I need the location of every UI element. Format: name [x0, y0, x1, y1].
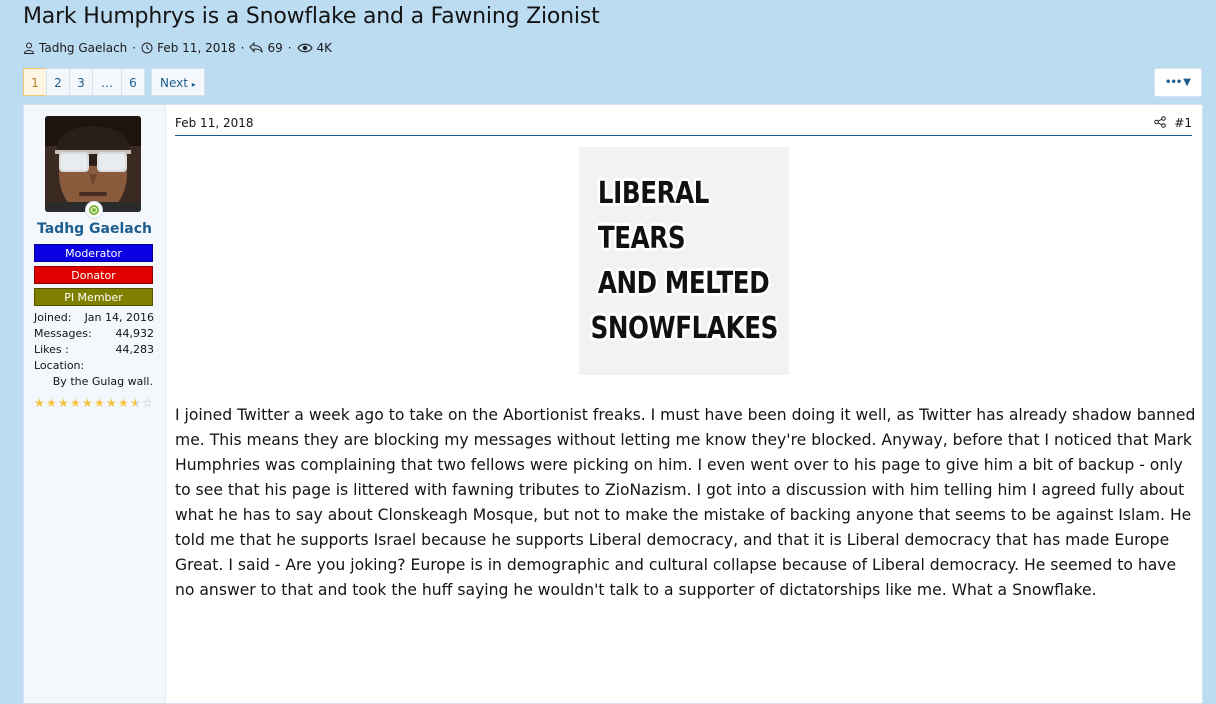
- thread-title: Mark Humphrys is a Snowflake and a Fawni…: [23, 4, 600, 29]
- star-icon: ☆: [142, 396, 153, 410]
- star-icon: ★: [82, 396, 93, 410]
- stat-location-label: Location:: [34, 359, 85, 372]
- thread-tools-menu-button[interactable]: ••• ▼: [1154, 68, 1202, 97]
- post-user-sidebar: Tadhg Gaelach Moderator Donator PI Membe…: [24, 105, 166, 703]
- page-link-2[interactable]: 2: [46, 68, 70, 96]
- post-number[interactable]: #1: [1174, 116, 1192, 130]
- star-icon: ★: [46, 396, 57, 410]
- stat-likes-value: 44,283: [115, 343, 155, 356]
- post-body: I joined Twitter a week ago to take on t…: [175, 406, 1196, 599]
- banner-donator: Donator: [34, 266, 153, 284]
- thread-meta: Tadhg Gaelach · Feb 11, 2018 · 69 · 4K: [23, 41, 332, 55]
- star-icon: ★: [130, 396, 141, 410]
- chevron-right-icon: ▸: [191, 80, 196, 89]
- page-link-1[interactable]: 1: [23, 68, 47, 96]
- pagination: 1 2 3 … 6 Next ▸: [23, 68, 205, 96]
- star-icon: ★: [58, 396, 69, 410]
- post-header: Feb 11, 2018 #1: [175, 116, 1192, 136]
- clock-icon: [141, 42, 153, 54]
- thread-author-link[interactable]: Tadhg Gaelach: [39, 41, 127, 55]
- star-icon: ★: [70, 396, 81, 410]
- stat-joined-label: Joined:: [34, 311, 72, 324]
- stat-location-value[interactable]: By the Gulag wall.: [34, 375, 153, 388]
- banner-moderator: Moderator: [34, 244, 153, 262]
- caret-down-icon: ▼: [1183, 77, 1191, 88]
- page-link-3[interactable]: 3: [69, 68, 93, 96]
- star-icon: ★: [34, 396, 45, 410]
- user-icon: [23, 42, 35, 54]
- star-icon: ★: [118, 396, 129, 410]
- stat-messages: Messages: 44,932: [34, 327, 154, 340]
- stat-likes-label: Likes :: [34, 343, 69, 356]
- stat-joined: Joined: Jan 14, 2016: [34, 311, 154, 324]
- star-icon: ★: [106, 396, 117, 410]
- stat-messages-value[interactable]: 44,932: [116, 327, 155, 340]
- post-author-name[interactable]: Tadhg Gaelach: [24, 221, 165, 237]
- post-date[interactable]: Feb 11, 2018: [175, 116, 254, 130]
- replies-icon: [249, 42, 263, 54]
- post: Tadhg Gaelach Moderator Donator PI Membe…: [23, 104, 1203, 704]
- next-label: Next: [160, 76, 188, 90]
- post-content: Feb 11, 2018 #1 LIBERAL TEARS AND MELTED…: [175, 105, 1195, 703]
- stat-likes: Likes : 44,283: [34, 343, 154, 356]
- star-icon: ★: [94, 396, 105, 410]
- eye-icon: [296, 43, 313, 53]
- page-link-6[interactable]: 6: [121, 68, 145, 96]
- stat-joined-value: Jan 14, 2016: [84, 311, 154, 324]
- next-page-button[interactable]: Next ▸: [151, 68, 205, 96]
- post-image[interactable]: LIBERAL TEARS AND MELTED SNOWFLAKES: [579, 147, 789, 375]
- view-count: 4K: [316, 41, 333, 55]
- user-rating-stars: ★ ★ ★ ★ ★ ★ ★ ★ ★ ☆: [34, 397, 154, 409]
- share-icon[interactable]: [1154, 116, 1166, 128]
- image-text-line-3: SNOWFLAKES: [590, 311, 778, 346]
- image-text-line-1: LIBERAL TEARS: [597, 176, 710, 256]
- stat-messages-label: Messages:: [34, 327, 92, 340]
- page-jump-ellipsis[interactable]: …: [92, 68, 122, 96]
- thread-date[interactable]: Feb 11, 2018: [157, 41, 236, 55]
- banner-pi-member: PI Member: [34, 288, 153, 306]
- avatar[interactable]: [45, 116, 141, 212]
- reply-count: 69: [267, 41, 283, 55]
- more-icon: •••: [1165, 77, 1182, 88]
- stat-location: Location:: [34, 359, 154, 372]
- image-text-line-2: AND MELTED: [598, 266, 770, 301]
- online-status-icon: [85, 201, 103, 219]
